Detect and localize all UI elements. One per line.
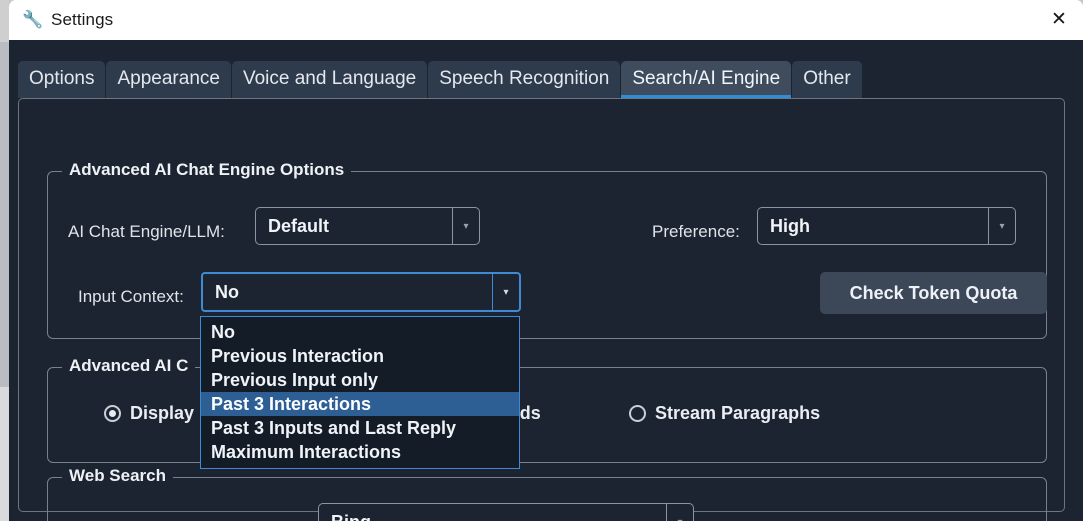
tab-search-ai-engine[interactable]: Search/AI Engine [621, 61, 792, 98]
dropdown-item-past-3-interactions[interactable]: Past 3 Interactions [201, 392, 519, 416]
combo-preference-value: High [770, 215, 810, 236]
tab-voice-and-language[interactable]: Voice and Language [231, 61, 428, 98]
combo-input-context-value: No [215, 281, 239, 302]
background-window-sliver-lower [0, 42, 9, 521]
group-advanced-ai-output: Advanced AI C Display Stream Words Strea… [47, 356, 1047, 463]
label-preference: Preference: [652, 222, 740, 241]
group-web-search: Web Search Bing ▾ [47, 466, 1047, 521]
dropdown-input-context-list[interactable]: No Previous Interaction Previous Input o… [200, 316, 520, 469]
dropdown-item-previous-input-only[interactable]: Previous Input only [201, 368, 519, 392]
title-bar: 🔧 Settings ✕ [9, 0, 1083, 40]
client-area: Options Appearance Voice and Language Sp… [9, 40, 1083, 521]
tab-speech-recognition[interactable]: Speech Recognition [428, 61, 621, 98]
tools-icon: 🔧 [22, 10, 44, 29]
window-title: Settings [51, 10, 114, 29]
close-icon[interactable]: ✕ [1035, 0, 1083, 40]
radio-display-label: Display [130, 403, 195, 423]
combo-ai-chat-engine-value: Default [268, 215, 330, 236]
combo-ai-chat-engine[interactable]: Default ▾ [255, 207, 480, 245]
radio-dot-icon [629, 405, 646, 422]
group-title-chat-engine: Advanced AI Chat Engine Options [62, 160, 352, 180]
label-ai-chat-engine: AI Chat Engine/LLM: [68, 222, 225, 241]
chevron-down-icon[interactable]: ▾ [666, 504, 693, 521]
group-advanced-ai-chat-engine-options: Advanced AI Chat Engine Options AI Chat … [47, 160, 1047, 339]
dropdown-item-no[interactable]: No [201, 320, 519, 344]
tab-panel-search-ai-engine: Advanced AI Chat Engine Options AI Chat … [18, 98, 1065, 521]
chevron-down-icon[interactable]: ▾ [492, 274, 519, 310]
settings-window: 🔧 Settings ✕ Options Appearance Voice an… [0, 0, 1083, 521]
chevron-down-icon[interactable]: ▾ [452, 208, 479, 244]
radio-dot-icon [104, 405, 121, 422]
dropdown-item-previous-interaction[interactable]: Previous Interaction [201, 344, 519, 368]
combo-web-search-engine[interactable]: Bing ▾ [318, 503, 694, 521]
radio-stream-paragraphs[interactable]: Stream Paragraphs [629, 403, 820, 424]
group-title-output: Advanced AI C [62, 356, 196, 376]
combo-preference[interactable]: High ▾ [757, 207, 1016, 245]
label-input-context: Input Context: [78, 287, 184, 306]
dropdown-item-past-3-inputs-and-last-reply[interactable]: Past 3 Inputs and Last Reply [201, 416, 519, 440]
group-title-web-search: Web Search [62, 466, 174, 486]
radio-display[interactable]: Display [104, 403, 194, 424]
check-token-quota-button[interactable]: Check Token Quota [820, 272, 1047, 314]
tab-other[interactable]: Other [792, 61, 862, 98]
chevron-down-icon[interactable]: ▾ [988, 208, 1015, 244]
tab-appearance[interactable]: Appearance [106, 61, 231, 98]
combo-input-context[interactable]: No ▾ [201, 272, 521, 312]
tab-options[interactable]: Options [18, 61, 106, 98]
dropdown-item-maximum-interactions[interactable]: Maximum Interactions [201, 440, 519, 464]
tab-bar: Options Appearance Voice and Language Sp… [18, 60, 862, 98]
combo-web-search-engine-value: Bing [319, 512, 666, 521]
radio-stream-paragraphs-label: Stream Paragraphs [655, 403, 821, 423]
